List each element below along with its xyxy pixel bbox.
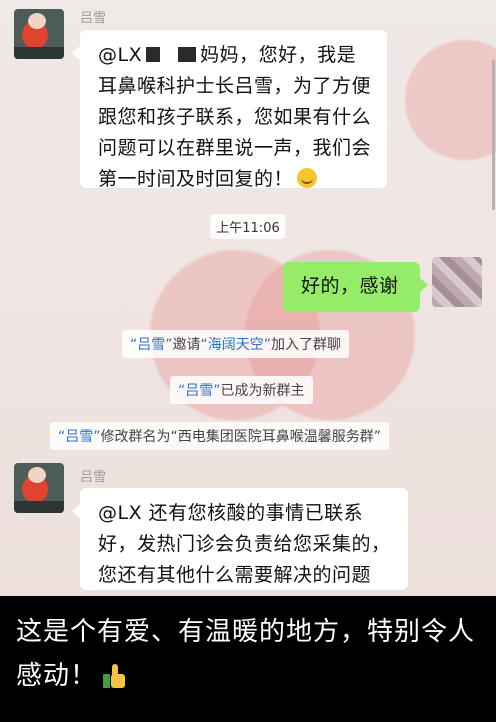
mention: @LX: [98, 44, 143, 66]
reply-bubble[interactable]: 好的，感谢: [283, 262, 428, 312]
timestamp: 上午11:06: [210, 214, 286, 239]
system-user[interactable]: “海阔天空”: [201, 337, 272, 353]
redacted-block: [178, 47, 197, 62]
smiling-face-icon: [297, 168, 318, 188]
system-message: “吕雪”已成为新群主: [170, 376, 313, 404]
system-message: “吕雪”邀请“海阔天空”加入了群聊: [122, 330, 350, 358]
system-user[interactable]: “吕雪”: [130, 337, 173, 353]
thumbs-up-icon: [103, 664, 126, 688]
redacted-block: [146, 47, 161, 62]
system-text: 加入了群聊: [271, 337, 342, 353]
my-avatar[interactable]: [432, 257, 482, 307]
system-user[interactable]: “吕雪”: [58, 429, 101, 445]
caption-text: 这是个有爱、有温暖的地方，特别令人感动！: [16, 617, 476, 691]
avatar[interactable]: [14, 463, 64, 513]
system-user[interactable]: “吕雪”: [178, 383, 221, 399]
system-text: 修改群名为“西电集团医院耳鼻喉温馨服务群”: [100, 429, 382, 445]
message-bubble[interactable]: @LX 还有您核酸的事情已联系好，发热门诊会负责给您采集的，您还有其他什么需要解…: [72, 488, 408, 596]
system-message: “吕雪”修改群名为“西电集团医院耳鼻喉温馨服务群”: [50, 422, 390, 450]
system-text: 邀请: [172, 337, 201, 353]
scrollbar[interactable]: [492, 60, 495, 210]
sender-name: 吕雪: [80, 470, 107, 485]
caption: 这是个有爱、有温暖的地方，特别令人感动！: [16, 610, 486, 698]
chat-area: 吕雪 @LX 妈妈，您好，我是耳鼻喉科护士长吕雪，为了方便跟您和孩子联系，您如果有…: [0, 0, 496, 596]
sender-name: 吕雪: [80, 11, 107, 26]
avatar[interactable]: [14, 9, 64, 59]
heart-decoration: [405, 40, 496, 160]
message-bubble[interactable]: @LX 妈妈，您好，我是耳鼻喉科护士长吕雪，为了方便跟您和孩子联系，您如果有什么问…: [72, 30, 387, 190]
system-text: 已成为新群主: [220, 383, 305, 399]
